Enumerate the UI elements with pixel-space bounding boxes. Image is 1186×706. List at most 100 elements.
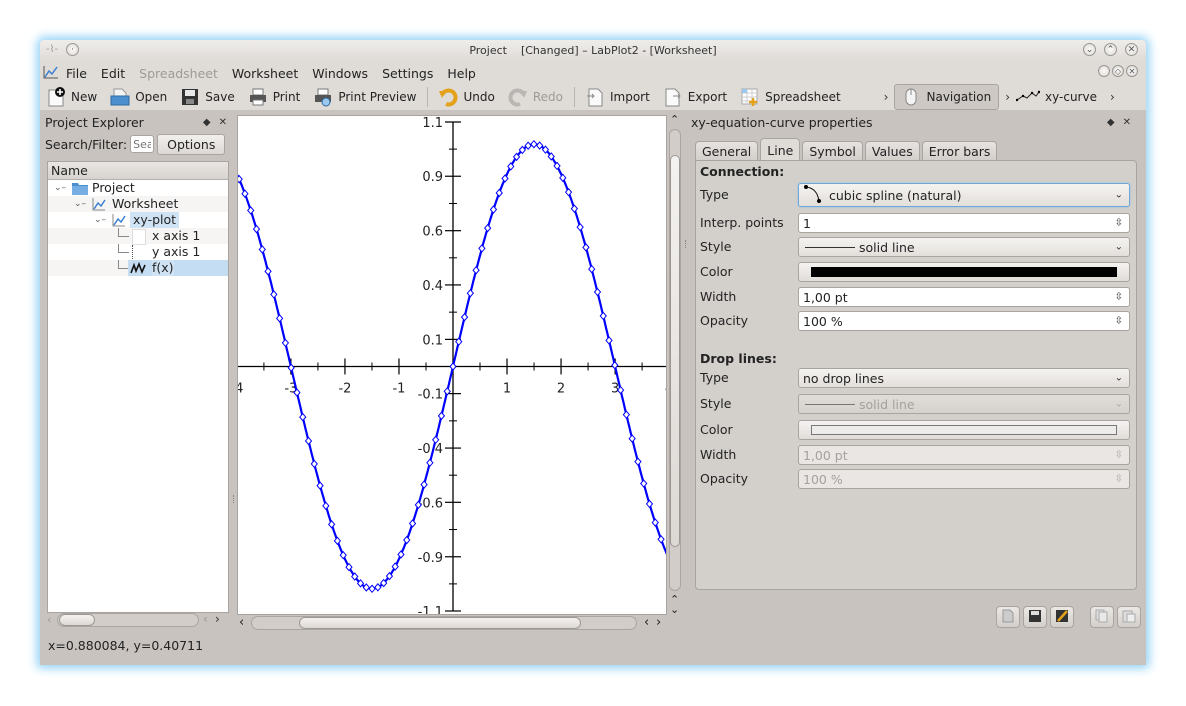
spin-arrows-icon[interactable]: ⇳ [1115, 474, 1123, 485]
data-point [479, 245, 485, 252]
scrollbar-thumb[interactable] [670, 155, 680, 547]
copy-button[interactable] [1090, 606, 1114, 628]
mdi-minimize-button[interactable] [1098, 65, 1110, 77]
tree-item-worksheet[interactable]: ⌄– Worksheet [48, 196, 228, 212]
line-tab-content: Connection: Type cubic spline (natural) … [695, 160, 1137, 590]
color-swatch [811, 425, 1117, 435]
save-as-template-button[interactable] [1050, 606, 1074, 628]
worksheet-vscrollbar[interactable]: ⌃ ⌃ ⌄ [668, 115, 682, 613]
scrollbar-thumb[interactable] [299, 617, 581, 629]
tree-item-x-axis[interactable]: x axis 1 [48, 228, 228, 244]
menu-worksheet[interactable]: Worksheet [225, 66, 305, 81]
new-spreadsheet-button[interactable]: Spreadsheet [734, 85, 848, 109]
menu-spreadsheet[interactable]: Spreadsheet [132, 66, 225, 81]
line-style-select[interactable]: solid line ⌄ [798, 237, 1130, 257]
expand-arrow-icon[interactable]: ⌄– [54, 180, 66, 196]
connection-type-select[interactable]: cubic spline (natural) ⌄ [798, 183, 1130, 207]
spin-arrows-icon[interactable]: ⇳ [1115, 450, 1123, 461]
drop-lines-opacity-spinbox[interactable]: 100 % ⇳ [798, 469, 1130, 489]
close-button[interactable]: ✕ [1125, 43, 1138, 56]
style-label: Style [700, 239, 731, 254]
drop-lines-width-spinbox[interactable]: 1,00 pt ⇳ [798, 445, 1130, 465]
float-panel-icon[interactable]: ◆ [1107, 117, 1115, 128]
data-point [646, 500, 652, 507]
mdi-restore-button[interactable]: ◇ [1112, 65, 1124, 77]
menu-windows[interactable]: Windows [305, 66, 375, 81]
spin-arrows-icon[interactable]: ⇳ [1115, 292, 1123, 303]
data-point [496, 189, 502, 196]
expand-arrow-icon[interactable]: ⌄– [94, 212, 106, 228]
save-button[interactable]: Save [174, 85, 241, 109]
print-preview-button[interactable]: Print Preview [307, 85, 423, 109]
y-tick-label: 1.1 [422, 116, 443, 131]
document-icon [1001, 609, 1015, 626]
tab-symbol[interactable]: Symbol [802, 141, 863, 160]
search-input[interactable] [130, 135, 154, 153]
tab-error-bars[interactable]: Error bars [922, 141, 998, 160]
worksheet-hscrollbar[interactable]: ‹ ‹ › [237, 615, 682, 631]
connection-section-heading: Connection: [700, 164, 784, 179]
tab-values[interactable]: Values [865, 141, 920, 160]
splitter-handle[interactable] [685, 240, 689, 248]
toolbar-separator [427, 87, 428, 107]
close-panel-icon[interactable]: ✕ [219, 117, 227, 128]
worksheet-canvas[interactable]: -5-4-3-2-1123451.10.90.60.40.1-0.1-0.4-0… [237, 115, 667, 615]
toolbar-overflow-chevron[interactable]: › [878, 90, 895, 104]
drop-lines-style-select[interactable]: solid line ⌄ [798, 394, 1130, 414]
y-tick-label: 0.9 [422, 170, 443, 185]
navigation-mode-button[interactable]: Navigation [894, 84, 999, 110]
tree-item-project[interactable]: ⌄– Project [48, 180, 228, 196]
save-template-button[interactable] [1023, 606, 1047, 628]
line-width-spinbox[interactable]: 1,00 pt ⇳ [798, 287, 1130, 307]
options-button[interactable]: Options [157, 134, 225, 155]
line-color-button[interactable] [798, 262, 1130, 282]
properties-panel: xy-equation-curve properties ◆✕ General … [691, 113, 1141, 643]
drop-style-label: Style [700, 396, 731, 411]
tab-line[interactable]: Line [760, 138, 800, 160]
maximize-button[interactable]: ⌃ [1104, 43, 1117, 56]
close-panel-icon[interactable]: ✕ [1123, 117, 1131, 128]
menu-file[interactable]: File [59, 66, 94, 81]
paste-button[interactable] [1117, 606, 1141, 628]
minimize-button[interactable]: ⌄ [1083, 43, 1096, 56]
interp-points-spinbox[interactable]: 1 ⇳ [798, 213, 1130, 233]
scrollbar-thumb[interactable] [59, 614, 95, 626]
tree-item-xy-plot[interactable]: ⌄– xy-plot [48, 212, 228, 228]
project-tree-hscrollbar[interactable]: ‹ ‹ › [47, 613, 227, 627]
data-point [317, 482, 323, 489]
xy-plot[interactable]: -5-4-3-2-1123451.10.90.60.40.1-0.1-0.4-0… [238, 116, 666, 614]
spin-arrows-icon[interactable]: ⇳ [1115, 218, 1123, 229]
toolbar-overflow-chevron-3[interactable]: › [1104, 90, 1121, 104]
new-template-button[interactable] [996, 606, 1020, 628]
xy-curve-button[interactable]: xy-curve [1016, 85, 1104, 109]
menu-edit[interactable]: Edit [94, 66, 132, 81]
tree-item-y-axis[interactable]: y axis 1 [48, 244, 228, 260]
tree-column-header[interactable]: Name [48, 162, 228, 180]
export-button[interactable]: Export [657, 85, 734, 109]
line-opacity-spinbox[interactable]: 100 % ⇳ [798, 311, 1130, 331]
import-button[interactable]: Import [579, 85, 657, 109]
expand-arrow-icon[interactable]: ⌄– [74, 196, 86, 212]
float-panel-icon[interactable]: ◆ [203, 117, 211, 128]
tab-general[interactable]: General [695, 141, 758, 160]
data-point [583, 244, 589, 251]
print-button[interactable]: Print [242, 85, 308, 109]
undo-button[interactable]: Undo [432, 85, 501, 109]
toolbar-overflow-chevron-2[interactable]: › [999, 90, 1016, 104]
mdi-close-button[interactable]: ✕ [1126, 65, 1138, 77]
new-button[interactable]: New [40, 85, 104, 109]
spin-arrows-icon[interactable]: ⇳ [1115, 316, 1123, 327]
open-button[interactable]: Open [104, 85, 174, 109]
tree-item-f-x[interactable]: f(x) [48, 260, 228, 276]
opacity-label: Opacity [700, 313, 748, 328]
drop-lines-type-select[interactable]: no drop lines ⌄ [798, 368, 1130, 388]
menu-settings[interactable]: Settings [375, 66, 440, 81]
drop-lines-color-button[interactable] [798, 420, 1130, 440]
solid-line-icon [805, 247, 855, 248]
properties-title: xy-equation-curve properties [691, 115, 873, 130]
app-logo-icon [40, 65, 59, 82]
search-label: Search/Filter: [45, 137, 127, 152]
redo-button[interactable]: Redo [502, 85, 570, 109]
menu-help[interactable]: Help [440, 66, 483, 81]
status-bar-coordinates: x=0.880084, y=0.40711 [48, 638, 203, 653]
